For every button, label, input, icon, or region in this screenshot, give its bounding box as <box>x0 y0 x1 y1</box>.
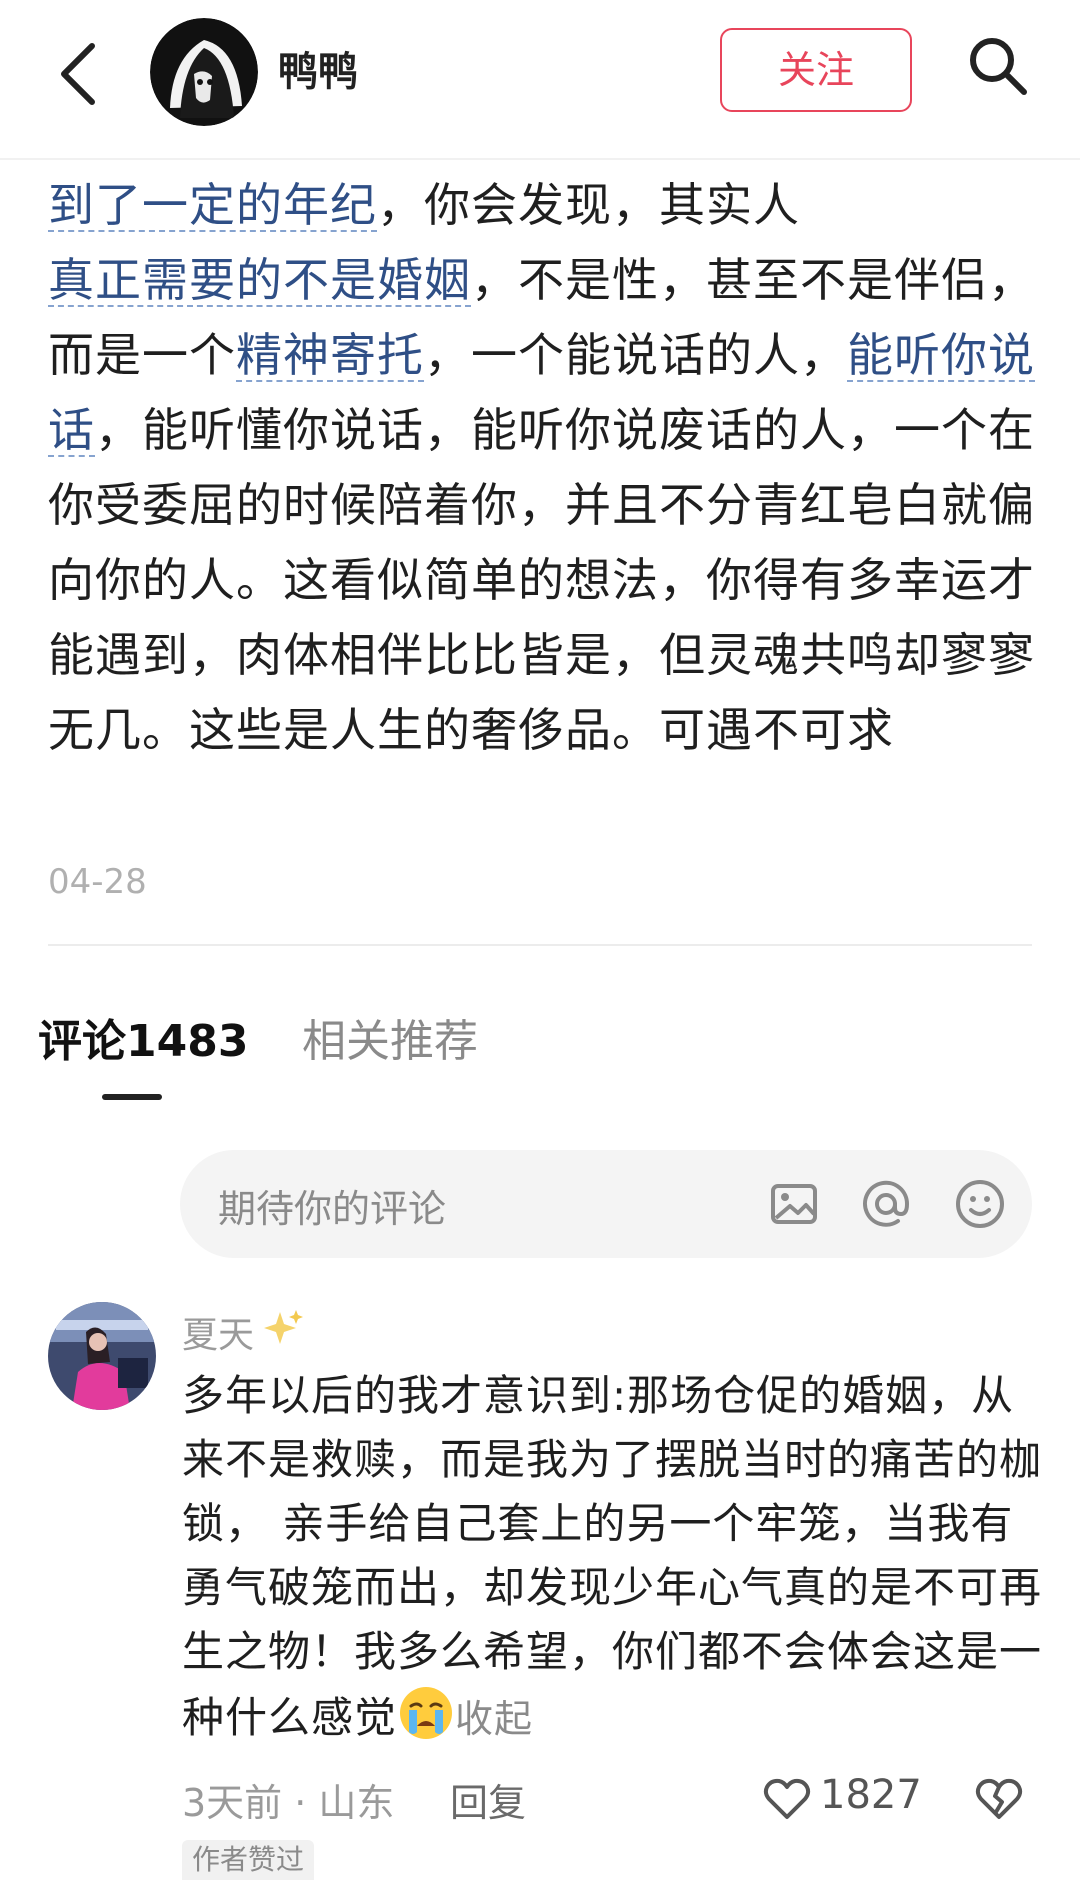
reply-button[interactable]: 回复 <box>450 1772 526 1827</box>
back-button[interactable] <box>52 36 112 112</box>
collapse-link[interactable]: 收起 <box>455 1697 533 1741</box>
author-avatar[interactable] <box>150 18 258 126</box>
post-text: ，能听懂你说话，能听你说废话的人，一个在你受委屈的时候陪着你，并且不分青红皂白就… <box>48 403 1035 757</box>
post-divider <box>48 944 1032 946</box>
post-text: ，一个能说话的人， <box>424 328 847 382</box>
tab-related[interactable]: 相关推荐 <box>302 1012 478 1072</box>
follow-button[interactable]: 关注 <box>720 28 912 112</box>
tab-comments[interactable]: 评论1483 <box>38 1012 248 1072</box>
post-body: 到了一定的年纪，你会发现，其实人 真正需要的不是婚姻，不是性，甚至不是伴侣，而是一… <box>48 168 1048 768</box>
heart-icon <box>763 1778 811 1819</box>
author-liked-badge: 作者赞过 <box>182 1840 315 1880</box>
sparkle-icon <box>264 1310 303 1344</box>
insert-image-button[interactable] <box>768 1178 820 1230</box>
comment-text: 多年以后的我才意识到:那场仓促的婚姻，从来不是救赎，而是我为了摆脱当时的痛苦的枷… <box>182 1364 1042 1751</box>
back-arrow-icon <box>61 43 95 105</box>
app-root: 鸭鸭 关注 到了一定的年纪，你会发现，其实人 真正需要的不是婚姻，不是性，甚至不是… <box>0 0 1080 1880</box>
image-icon <box>771 1184 817 1224</box>
post-date: 04-28 <box>48 862 147 902</box>
commenter-username[interactable]: 夏天 <box>182 1306 254 1358</box>
top-bar: 鸭鸭 关注 <box>0 0 1080 160</box>
post-keyword[interactable]: 到了一定的年纪 <box>48 178 377 232</box>
post-keyword[interactable]: 真正需要的不是婚姻 <box>48 253 471 307</box>
post-text: ，你会发现，其实人 <box>377 178 800 232</box>
author-name[interactable]: 鸭鸭 <box>278 48 358 96</box>
comment-input-placeholder: 期待你的评论 <box>218 1187 447 1231</box>
post-keyword[interactable]: 精神寄托 <box>236 328 424 382</box>
emoji-button[interactable] <box>954 1178 1006 1230</box>
commenter-avatar[interactable] <box>48 1302 156 1410</box>
comment-meta: 3天前 · 山东 <box>182 1781 395 1825</box>
emoji-icon <box>956 1180 1004 1228</box>
mention-button[interactable] <box>860 1178 912 1230</box>
comment-input[interactable]: 期待你的评论 <box>180 1150 1032 1258</box>
active-tab-indicator <box>102 1094 162 1100</box>
header-divider <box>0 158 1080 160</box>
search-icon <box>970 38 1027 95</box>
dislike-button[interactable] <box>974 1774 1024 1824</box>
at-icon <box>863 1180 910 1227</box>
like-button[interactable] <box>762 1774 812 1824</box>
search-button[interactable] <box>964 32 1032 100</box>
broken-heart-icon <box>975 1778 1023 1819</box>
comment-body: 多年以后的我才意识到:那场仓促的婚姻，从来不是救赎，而是我为了摆脱当时的痛苦的枷… <box>182 1371 1043 1742</box>
like-count: 1827 <box>820 1772 922 1818</box>
crying-emoji-icon <box>400 1687 453 1739</box>
